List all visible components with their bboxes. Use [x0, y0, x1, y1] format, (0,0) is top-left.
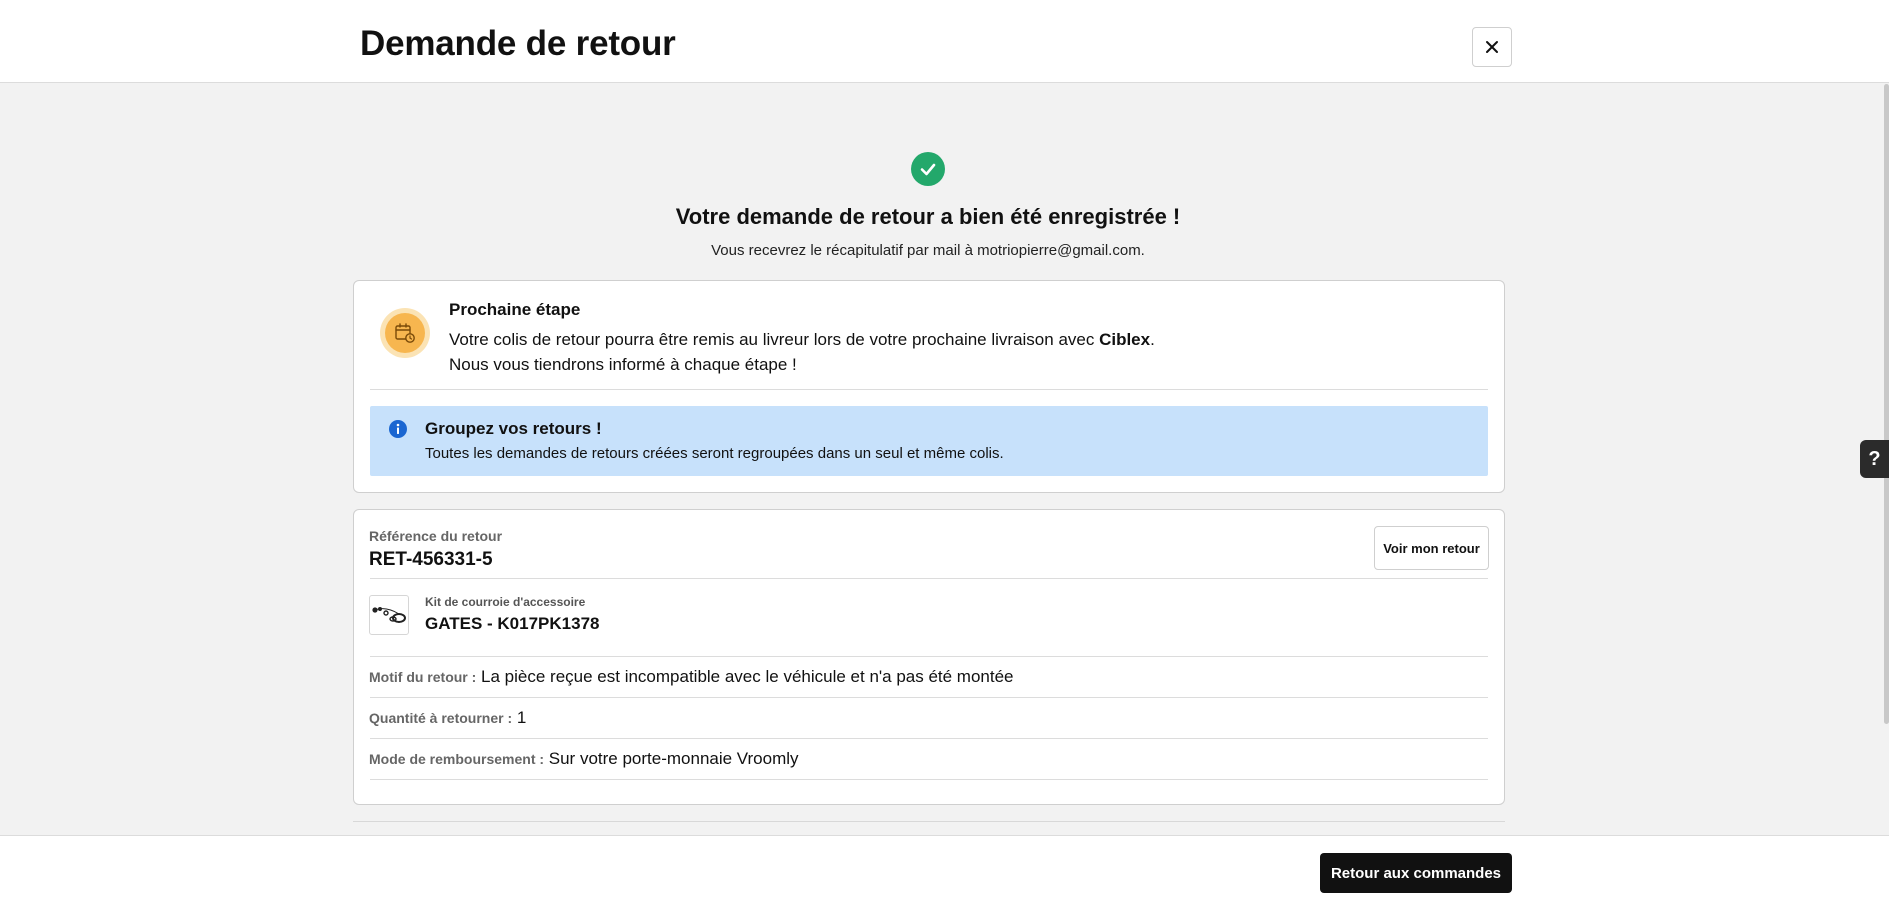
refund-mode-row: Mode de remboursement : Sur votre porte-… [369, 749, 799, 769]
return-reason-row: Motif du retour : La pièce reçue est inc… [369, 667, 1014, 687]
return-reason-label: Motif du retour : [369, 669, 477, 685]
back-to-orders-button[interactable]: Retour aux commandes [1320, 853, 1512, 893]
divider [370, 697, 1488, 698]
carrier-name: Ciblex [1099, 330, 1151, 349]
next-step-line2: Nous vous tiendrons informé à chaque éta… [449, 355, 797, 374]
return-quantity-label: Quantité à retourner : [369, 710, 513, 726]
divider [370, 656, 1488, 657]
calendar-clock-icon [380, 308, 430, 358]
check-circle-icon [911, 152, 945, 186]
help-button[interactable]: ? [1860, 440, 1889, 478]
product-thumbnail [369, 595, 409, 635]
refund-mode-label: Mode de remboursement : [369, 751, 545, 767]
next-step-text-before: Votre colis de retour pourra être remis … [449, 330, 1100, 349]
scrollbar[interactable] [1884, 84, 1889, 724]
close-button[interactable] [1472, 27, 1512, 67]
divider [370, 779, 1488, 780]
divider [353, 821, 1505, 822]
return-quantity-row: Quantité à retourner : 1 [369, 708, 526, 728]
header-bar: Demande de retour [0, 0, 1889, 83]
divider [370, 389, 1488, 390]
product-category: Kit de courroie d'accessoire [425, 595, 586, 609]
view-return-button[interactable]: Voir mon retour [1374, 526, 1489, 570]
close-icon [1486, 41, 1498, 53]
success-title: Votre demande de retour a bien été enreg… [675, 204, 1181, 229]
page-title: Demande de retour [360, 24, 676, 63]
next-step-text: Votre colis de retour pourra être remis … [449, 327, 1155, 377]
divider [370, 738, 1488, 739]
next-step-text-after: . [1150, 330, 1155, 349]
return-ref-value: RET-456331-5 [369, 549, 493, 570]
info-title: Groupez vos retours ! [425, 419, 602, 438]
success-subtitle: Vous recevrez le récapitulatif par mail … [711, 242, 1145, 259]
info-icon [389, 420, 407, 438]
return-quantity-value: 1 [516, 708, 527, 727]
success-message: Votre demande de retour a bien été enreg… [0, 152, 1856, 259]
next-step-card: Prochaine étape Votre colis de retour po… [353, 280, 1505, 493]
refund-mode-value: Sur votre porte-monnaie Vroomly [548, 749, 799, 768]
next-step-title: Prochaine étape [449, 300, 581, 319]
info-banner: Groupez vos retours ! Toutes les demande… [370, 406, 1488, 476]
info-text: Toutes les demandes de retours créées se… [425, 445, 1004, 462]
return-ref-label: Référence du retour [369, 528, 503, 544]
return-reason-value: La pièce reçue est incompatible avec le … [481, 667, 1014, 686]
return-details-card: Référence du retour RET-456331-5 Voir mo… [353, 509, 1505, 805]
footer-bar: Retour aux commandes [0, 835, 1889, 915]
divider [370, 578, 1488, 579]
product-name: GATES - K017PK1378 [425, 614, 600, 633]
